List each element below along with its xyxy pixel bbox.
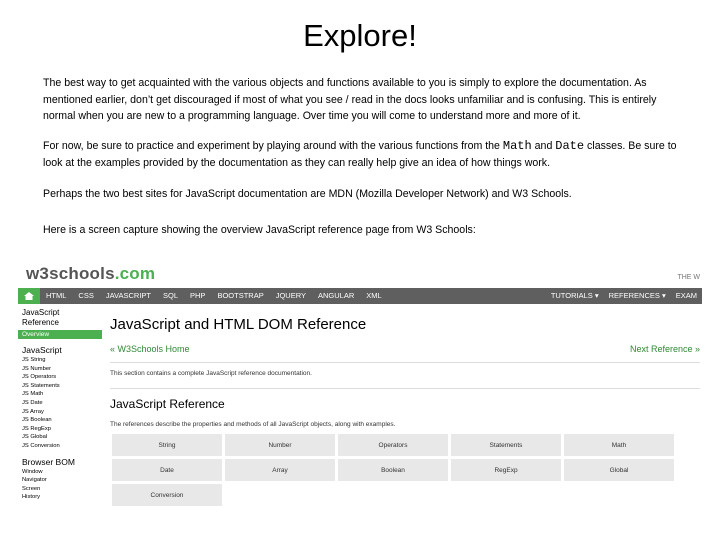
section-description: This section contains a complete JavaScr… bbox=[110, 370, 312, 377]
sidebar-item-js-date[interactable]: JS Date bbox=[18, 399, 102, 408]
sidebar: JavaScript Reference Overview JavaScript… bbox=[18, 304, 102, 528]
sidebar-item-navigator[interactable]: Navigator bbox=[18, 476, 102, 485]
w3schools-screenshot: w3schools.com THE W HTML CSS JAVASCRIPT SQL… bbox=[18, 262, 702, 528]
logo-text: w3schools bbox=[26, 264, 115, 283]
paragraph-text: and bbox=[531, 140, 556, 152]
main-heading: JavaScript and HTML DOM Reference bbox=[110, 316, 367, 333]
divider bbox=[110, 362, 700, 363]
sidebar-list-javascript: JS String JS Number JS Operators JS Stateme… bbox=[18, 356, 102, 451]
nav-right-item-exam[interactable]: EXAM bbox=[671, 288, 702, 304]
reference-button-global[interactable]: Global bbox=[564, 459, 674, 481]
nav-item-html[interactable]: HTML bbox=[40, 288, 72, 304]
reference-button-array[interactable]: Array bbox=[225, 459, 335, 481]
nav-item-javascript[interactable]: JAVASCRIPT bbox=[100, 288, 157, 304]
nav-item-jquery[interactable]: JQUERY bbox=[270, 288, 312, 304]
reference-grid: String Number Operators Statements Math Date A… bbox=[112, 434, 674, 506]
reference-button-operators[interactable]: Operators bbox=[338, 434, 448, 456]
reference-description: The references describe the properties a… bbox=[110, 421, 396, 428]
nav-item-sql[interactable]: SQL bbox=[157, 288, 184, 304]
paragraph-practice: For now, be sure to practice and experim… bbox=[43, 138, 683, 171]
nav-items: HTML CSS JAVASCRIPT SQL PHP BOOTSTRAP JQUERY AN… bbox=[40, 288, 388, 304]
paragraph-sites: Perhaps the two best sites for JavaScrip… bbox=[43, 188, 572, 200]
divider bbox=[110, 388, 700, 389]
reference-button-regexp[interactable]: RegExp bbox=[451, 459, 561, 481]
reference-button-date[interactable]: Date bbox=[112, 459, 222, 481]
nav-right-item-references[interactable]: REFERENCES ▾ bbox=[604, 288, 671, 304]
nav-item-bootstrap[interactable]: BOOTSTRAP bbox=[211, 288, 269, 304]
reference-button-math[interactable]: Math bbox=[564, 434, 674, 456]
sidebar-item-js-math[interactable]: JS Math bbox=[18, 390, 102, 399]
main-content: JavaScript and HTML DOM Reference « W3Sc… bbox=[110, 304, 702, 528]
sidebar-item-overview[interactable]: Overview bbox=[18, 330, 102, 339]
sidebar-item-js-boolean[interactable]: JS Boolean bbox=[18, 416, 102, 425]
reference-button-boolean[interactable]: Boolean bbox=[338, 459, 448, 481]
reference-button-number[interactable]: Number bbox=[225, 434, 335, 456]
reference-button-statements[interactable]: Statements bbox=[451, 434, 561, 456]
sidebar-section-javascript: JavaScript bbox=[22, 345, 62, 355]
nav-right: TUTORIALS ▾ REFERENCES ▾ EXAM bbox=[546, 288, 702, 304]
sidebar-heading: JavaScript Reference bbox=[18, 304, 102, 328]
paragraph-intro: The best way to get acquainted with the … bbox=[43, 77, 657, 122]
next-link[interactable]: Next Reference » bbox=[630, 344, 700, 354]
nav-item-angular[interactable]: ANGULAR bbox=[312, 288, 360, 304]
sidebar-item-history[interactable]: History bbox=[18, 493, 102, 502]
sub-heading: JavaScript Reference bbox=[110, 397, 225, 411]
nav-right-item-tutorials[interactable]: TUTORIALS ▾ bbox=[546, 288, 604, 304]
prev-link[interactable]: « W3Schools Home bbox=[110, 344, 190, 354]
top-navbar: HTML CSS JAVASCRIPT SQL PHP BOOTSTRAP JQUERY AN… bbox=[18, 288, 702, 304]
sidebar-item-screen[interactable]: Screen bbox=[18, 485, 102, 494]
nav-item-php[interactable]: PHP bbox=[184, 288, 211, 304]
sidebar-item-window[interactable]: Window bbox=[18, 468, 102, 477]
sidebar-item-js-array[interactable]: JS Array bbox=[18, 408, 102, 417]
w3schools-logo: w3schools.com bbox=[26, 264, 155, 284]
sidebar-item-js-statements[interactable]: JS Statements bbox=[18, 382, 102, 391]
sidebar-item-js-global[interactable]: JS Global bbox=[18, 433, 102, 442]
nav-item-xml[interactable]: XML bbox=[360, 288, 387, 304]
sidebar-item-js-conversion[interactable]: JS Conversion bbox=[18, 442, 102, 451]
sidebar-list-bom: Window Navigator Screen History bbox=[18, 468, 102, 502]
paragraph-capture: Here is a screen capture showing the ove… bbox=[43, 224, 476, 236]
reference-button-conversion[interactable]: Conversion bbox=[112, 484, 222, 506]
code-math: Math bbox=[502, 139, 532, 153]
sidebar-item-js-number[interactable]: JS Number bbox=[18, 365, 102, 374]
logo-com: .com bbox=[114, 264, 156, 283]
home-icon[interactable] bbox=[18, 288, 40, 304]
sidebar-section-browser-bom: Browser BOM bbox=[22, 456, 75, 467]
sidebar-item-js-operators[interactable]: JS Operators bbox=[18, 373, 102, 382]
top-right-text: THE W bbox=[677, 274, 700, 281]
sidebar-item-js-regexp[interactable]: JS RegExp bbox=[18, 425, 102, 434]
sidebar-item-js-string[interactable]: JS String bbox=[18, 356, 102, 365]
page-title: Explore! bbox=[303, 18, 417, 53]
reference-button-string[interactable]: String bbox=[112, 434, 222, 456]
nav-item-css[interactable]: CSS bbox=[72, 288, 99, 304]
code-date: Date bbox=[555, 139, 585, 153]
paragraph-text: For now, be sure to practice and experim… bbox=[43, 140, 503, 152]
